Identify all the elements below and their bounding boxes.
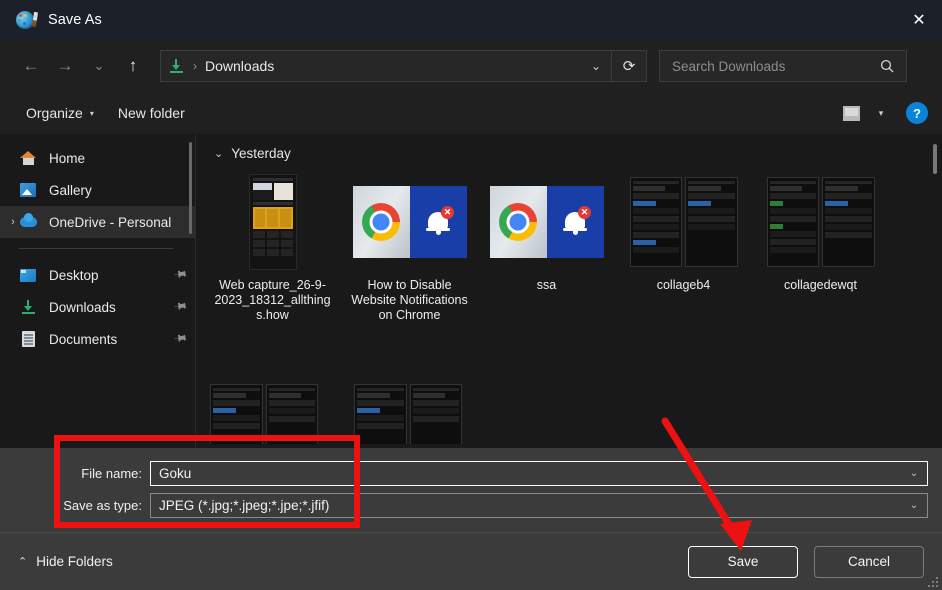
file-item[interactable]: ✕ ssa [484,167,609,329]
save-as-type-value: JPEG (*.jpg;*.jpeg;*.jpe;*.jfif) [159,497,330,513]
forward-button[interactable]: → [48,50,82,82]
sidebar-item-label: Downloads [49,299,116,315]
organize-button[interactable]: Organize ▾ [14,99,106,127]
desktop-icon [18,266,38,284]
pin-icon [171,329,190,348]
file-name-label: Web capture_26-9-2023_18312_allthings.ho… [214,278,331,322]
search-input[interactable] [672,58,874,74]
help-button[interactable]: ? [906,102,928,124]
hide-folders-button[interactable]: ⌃ Hide Folders [18,554,113,569]
navigation-pane: Home Gallery › OneDrive - Personal Deskt… [0,134,196,448]
save-button[interactable]: Save [688,545,798,578]
file-grid-row-partial [210,384,932,444]
pin-icon [171,297,190,316]
sidebar-item-label: Desktop [49,267,99,283]
cancel-button[interactable]: Cancel [814,545,924,578]
view-options-caret-icon[interactable]: ▾ [870,98,892,128]
new-folder-label: New folder [117,105,185,121]
content-area: Home Gallery › OneDrive - Personal Deskt… [0,134,942,448]
breadcrumb-separator: › [193,59,197,73]
window-title: Save As [48,12,102,28]
file-group-header[interactable]: ⌄ Yesterday [210,146,932,161]
sidebar-item-label: OneDrive - Personal [49,214,172,230]
documents-icon [18,330,38,348]
downloads-icon [18,298,38,316]
dialog-footer: ⌃ Hide Folders Save Cancel [0,532,942,590]
file-name-label: How to Disable Website Notifications on … [351,278,468,322]
save-as-dialog: Save As ✕ ← → ⌄ ↑ › Downloads ⌄ ⟳ Search… [0,0,942,590]
close-icon[interactable]: ✕ [896,0,942,40]
chevron-down-icon[interactable]: ⌄ [581,51,611,81]
address-bar[interactable]: › Downloads ⌄ ⟳ [160,50,647,82]
file-name-label: ssa [536,278,557,292]
save-as-type-field[interactable]: JPEG (*.jpg;*.jpeg;*.jpe;*.jfif) ⌄ [150,492,928,518]
file-name-row: File name: ⌄ [0,460,942,486]
save-as-type-label: Save as type: [63,497,142,513]
sidebar-item-home[interactable]: Home [0,142,196,174]
title-bar: Save As ✕ [0,0,942,40]
sidebar-item-desktop[interactable]: Desktop [0,259,196,291]
sidebar-item-gallery[interactable]: Gallery [0,174,196,206]
refresh-icon[interactable]: ⟳ [612,51,646,81]
organize-label: Organize [26,105,83,121]
webpage-capture-thumbnail [212,173,333,271]
file-name-field[interactable]: ⌄ [150,460,928,486]
paint-palette-icon [16,10,39,30]
sidebar-item-onedrive[interactable]: › OneDrive - Personal [0,206,196,238]
file-group-label: Yesterday [231,146,291,161]
search-box[interactable] [659,50,907,82]
file-pane-scrollbar[interactable] [933,144,937,174]
sidebar-item-label: Home [49,150,86,166]
chevron-down-icon[interactable]: ⌄ [214,147,223,160]
save-as-type-row: Save as type: JPEG (*.jpg;*.jpeg;*.jpe;*… [0,492,942,518]
sidebar-item-documents[interactable]: Documents [0,323,196,355]
phone-collage-thumbnail [760,173,881,271]
chevron-up-icon: ⌃ [18,556,28,568]
back-button[interactable]: ← [14,50,48,82]
file-name-label: File name: [81,465,142,481]
file-list-pane: ⌄ Yesterday Web capture_26-9-2023_18312_… [196,134,942,448]
chevron-down-icon[interactable]: ⌄ [901,500,927,511]
view-layout-icon[interactable] [834,98,868,128]
file-grid: Web capture_26-9-2023_18312_allthings.ho… [210,167,932,329]
up-button[interactable]: ↑ [116,50,150,82]
sidebar-scrollbar[interactable] [189,142,192,234]
save-form: File name: ⌄ Save as type: JPEG (*.jpg;*… [0,448,942,532]
chrome-notification-thumbnail: ✕ [486,173,607,271]
navigation-bar: ← → ⌄ ↑ › Downloads ⌄ ⟳ [0,40,942,92]
sidebar-item-label: Documents [49,331,118,347]
pin-icon [171,265,190,284]
chevron-down-icon[interactable]: ⌄ [901,468,927,479]
resize-grip[interactable] [926,575,938,587]
file-name-input[interactable] [151,465,901,481]
phone-collage-thumbnail[interactable] [210,384,318,444]
breadcrumb[interactable]: Downloads [205,58,274,74]
recent-locations-button[interactable]: ⌄ [82,50,116,82]
hide-folders-label: Hide Folders [36,554,113,569]
file-name-label: collagedewqt [784,278,857,292]
phone-collage-thumbnail [623,173,744,271]
file-name-label: collageb4 [656,278,711,292]
sidebar-item-downloads[interactable]: Downloads [0,291,196,323]
sidebar-item-label: Gallery [49,182,92,198]
onedrive-cloud-icon [18,213,38,231]
phone-collage-thumbnail[interactable] [354,384,462,444]
home-icon [18,149,38,167]
downloads-folder-icon [161,59,191,73]
search-icon[interactable] [874,59,900,73]
new-folder-button[interactable]: New folder [106,99,197,127]
file-item[interactable]: ✕ How to Disable Website Notifications o… [347,167,472,329]
divider [18,248,174,249]
file-item[interactable]: collagedewqt [758,167,883,329]
file-item[interactable]: Web capture_26-9-2023_18312_allthings.ho… [210,167,335,329]
chevron-down-icon: ▾ [89,108,94,118]
command-toolbar: Organize ▾ New folder ▾ ? [0,92,942,134]
chrome-notification-thumbnail: ✕ [349,173,470,271]
gallery-icon [18,181,38,199]
file-item[interactable]: collageb4 [621,167,746,329]
